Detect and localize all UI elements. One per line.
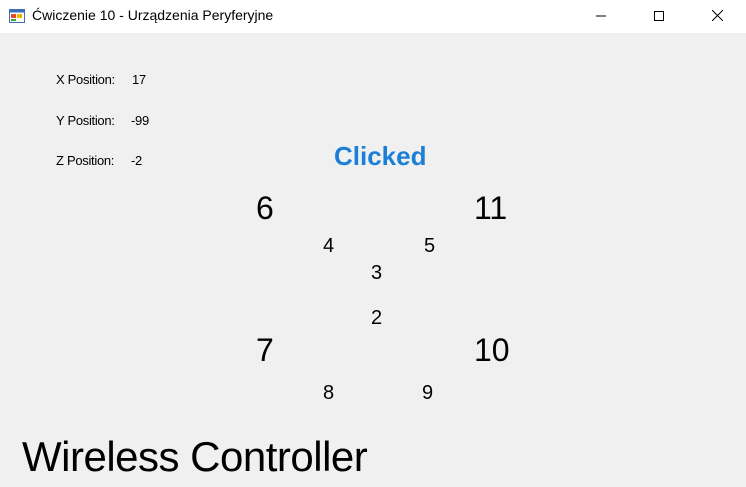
- close-button[interactable]: [688, 0, 746, 33]
- z-position-value: -2: [131, 153, 142, 168]
- button-9-label: 9: [422, 382, 434, 404]
- maximize-button[interactable]: [630, 0, 688, 33]
- minimize-icon: [596, 8, 606, 26]
- window-title: Ćwiczenie 10 - Urządzenia Peryferyjne: [32, 7, 274, 23]
- minimize-button[interactable]: [572, 0, 630, 33]
- button-2-label: 2: [371, 307, 383, 329]
- button-10-label: 10: [474, 332, 510, 368]
- app-window-icon: [9, 8, 25, 24]
- close-icon: [711, 8, 723, 26]
- z-position-label: Z Position:: [56, 153, 115, 168]
- button-6-label: 6: [256, 190, 274, 226]
- button-11-label: 11: [474, 190, 508, 226]
- click-status-label: Clicked: [334, 141, 427, 171]
- x-position-label: X Position:: [56, 72, 115, 87]
- button-4-label: 4: [323, 235, 335, 257]
- controller-title: Wireless Controller: [22, 433, 368, 480]
- client-area: X Position: 17 Y Position: -99 Z Positio…: [0, 33, 746, 487]
- y-position-label: Y Position:: [56, 113, 115, 128]
- button-3-label: 3: [371, 262, 383, 284]
- maximize-icon: [654, 8, 664, 26]
- button-5-label: 5: [424, 235, 436, 257]
- title-bar[interactable]: Ćwiczenie 10 - Urządzenia Peryferyjne: [0, 0, 746, 33]
- x-position-value: 17: [132, 72, 146, 87]
- y-position-value: -99: [131, 113, 149, 128]
- button-7-label: 7: [256, 332, 274, 368]
- app-window: Ćwiczenie 10 - Urządzenia Peryferyjne X …: [0, 0, 746, 487]
- button-8-label: 8: [323, 382, 335, 404]
